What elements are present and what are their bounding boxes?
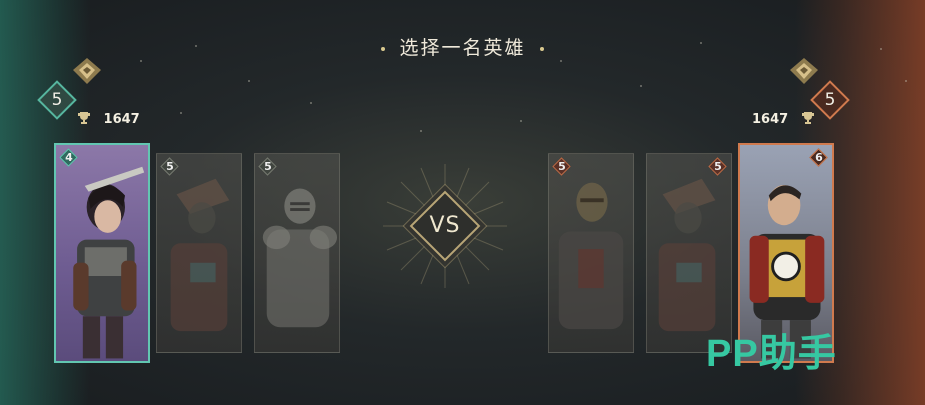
left-trophy-value: 1647 <box>103 112 140 127</box>
hero-select-screen: 选择一名英雄 5 1647 4 5 5 VS 5 1647 5 5 6 PP助手 <box>0 0 925 405</box>
hero-card-level: 6 <box>809 148 828 167</box>
page-title-text: 选择一名英雄 <box>399 37 526 59</box>
hero-portrait-female-warrior <box>73 166 145 359</box>
hero-portrait-crusader <box>558 182 624 330</box>
hero-card-left-3[interactable]: 5 <box>254 153 340 353</box>
right-trophy-value: 1647 <box>752 112 789 127</box>
versus-label: VS <box>429 213 461 238</box>
hero-portrait-ronin <box>170 178 230 332</box>
hero-card-left-2[interactable]: 5 <box>156 153 242 353</box>
hero-card-level: 5 <box>160 157 179 176</box>
right-level-text: 5 <box>824 90 836 110</box>
left-level-text: 5 <box>51 90 63 110</box>
versus-badge: VS <box>383 164 507 288</box>
hero-card-level: 4 <box>59 148 78 167</box>
hero-card-right-1[interactable]: 5 <box>548 153 634 353</box>
hero-portrait-knight <box>262 188 338 328</box>
right-trophy-count: 1647 <box>752 111 815 127</box>
title-ornament-left <box>381 46 386 51</box>
hero-card-level: 5 <box>258 157 277 176</box>
hero-card-level: 5 <box>552 157 571 176</box>
watermark: PP助手 <box>706 333 837 375</box>
trophy-icon <box>801 112 814 124</box>
title-ornament-right <box>539 46 544 51</box>
left-trophy-count: 1647 <box>77 111 140 127</box>
trophy-icon <box>78 112 90 124</box>
hero-card-left-1[interactable]: 4 <box>54 143 150 363</box>
hero-card-level: 5 <box>708 157 727 176</box>
